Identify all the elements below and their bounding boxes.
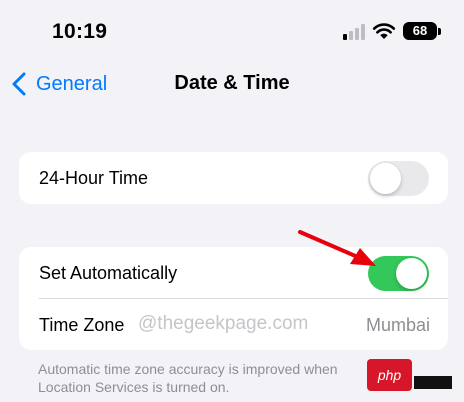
battery-level: 68	[412, 23, 428, 38]
wifi-icon	[372, 23, 396, 39]
row-label: Set Automatically	[39, 263, 178, 283]
signal-icon	[343, 24, 365, 40]
page-title: Date & Time	[174, 72, 290, 94]
settings-group-format: 24-Hour Time	[19, 152, 448, 204]
php-logo: php	[367, 359, 412, 391]
arrow-annotation-icon	[298, 230, 376, 266]
battery-icon: 68	[403, 22, 437, 40]
nav-bar: General Date & Time	[0, 62, 464, 108]
logo-text: php	[377, 367, 402, 383]
time-zone-value: Mumbai	[365, 315, 430, 335]
row-set-automatically: Set Automatically	[19, 247, 448, 299]
battery-tip	[438, 28, 441, 35]
status-bar: 10:19 68	[0, 0, 464, 62]
location-footnote: Automatic time zone accuracy is improved…	[38, 361, 338, 395]
toggle-24-hour-time[interactable]	[368, 161, 429, 196]
toggle-knob	[396, 258, 427, 289]
row-label: 24-Hour Time	[39, 168, 149, 188]
row-24-hour-time: 24-Hour Time	[19, 152, 448, 204]
status-time: 10:19	[52, 20, 108, 43]
row-label: Time Zone	[39, 315, 125, 335]
logo-bar	[414, 376, 452, 389]
watermark-text: @thegeekpage.com	[138, 313, 309, 334]
toggle-knob	[370, 163, 401, 194]
